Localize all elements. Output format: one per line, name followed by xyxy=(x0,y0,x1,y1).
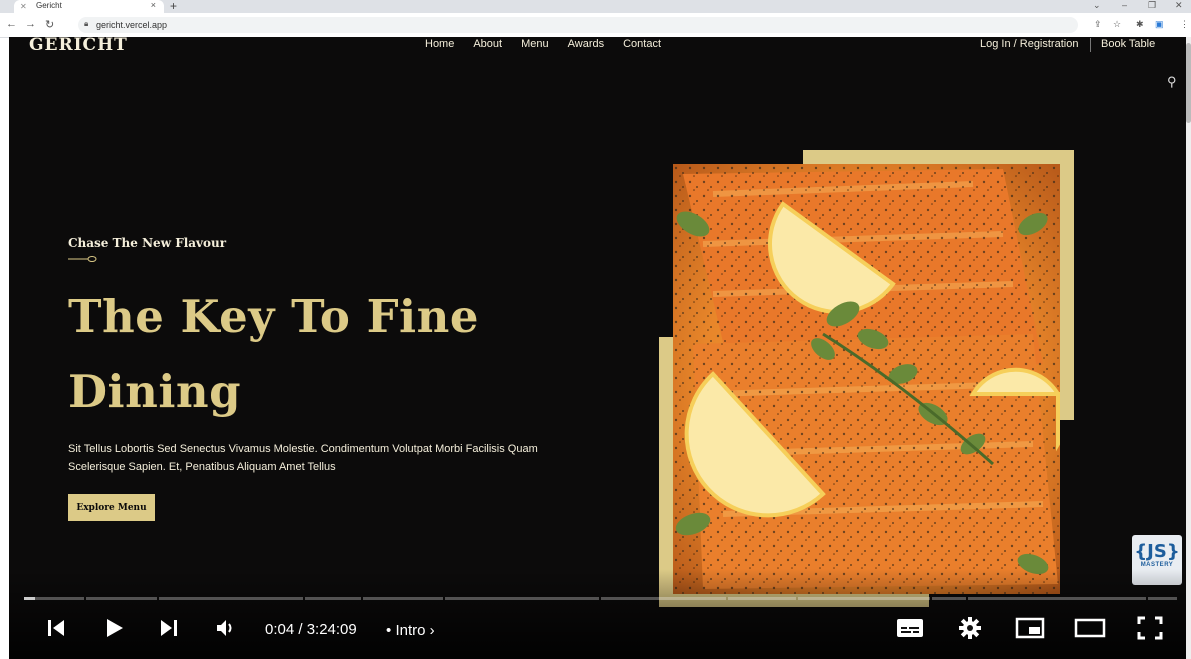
previous-button[interactable] xyxy=(43,615,69,641)
chapter-segment[interactable] xyxy=(932,597,966,600)
share-icon[interactable]: ⇪ xyxy=(1094,19,1102,30)
next-button[interactable] xyxy=(156,615,182,641)
menu-kebab-icon[interactable]: ⋮ xyxy=(1180,19,1189,30)
video-frame[interactable]: GERICHT Home About Menu Awards Contact L… xyxy=(9,37,1186,659)
skip-next-icon xyxy=(161,620,177,636)
nav-awards[interactable]: Awards xyxy=(568,38,604,50)
hero-subtitle: Chase The New Flavour xyxy=(68,236,227,250)
player-overlay xyxy=(9,569,1186,659)
skip-previous-icon xyxy=(48,620,64,636)
hero-paragraph: Sit Tellus Lobortis Sed Senectus Vivamus… xyxy=(68,443,538,473)
chapter-segment[interactable] xyxy=(159,597,303,600)
nav-about[interactable]: About xyxy=(473,38,502,50)
headline-line-2: Dining xyxy=(68,365,242,418)
miniplayer-button[interactable] xyxy=(1013,615,1047,641)
progress-bar[interactable] xyxy=(24,597,1177,600)
chapter-segment[interactable] xyxy=(798,597,930,600)
reload-icon[interactable]: ↻ xyxy=(45,18,54,31)
nav-home[interactable]: Home xyxy=(425,38,454,50)
progress-played xyxy=(24,597,35,600)
omnibox[interactable]: 🔒︎ gericht.vercel.app xyxy=(78,17,1078,33)
spoon-divider-icon xyxy=(68,256,97,262)
fullscreen-icon xyxy=(1137,616,1163,640)
site-nav: Home About Menu Awards Contact xyxy=(425,38,680,50)
chapter-title: Intro xyxy=(395,622,426,639)
book-table-link[interactable]: Book Table xyxy=(1101,38,1155,50)
login-link[interactable]: Log In / Registration xyxy=(980,38,1078,50)
browser-tab[interactable]: ✕ Gericht × xyxy=(14,0,164,13)
play-button[interactable] xyxy=(101,615,127,641)
minimize-icon[interactable]: – xyxy=(1122,0,1127,10)
time-display: 0:04 / 3:24:09 xyxy=(265,621,357,638)
chevron-right-icon: › xyxy=(429,622,435,639)
new-tab-button[interactable]: + xyxy=(170,0,177,13)
nav-contact[interactable]: Contact xyxy=(623,38,661,50)
chapter-segment[interactable] xyxy=(728,597,796,600)
restore-icon[interactable]: ❐ xyxy=(1148,0,1156,11)
forward-icon[interactable]: → xyxy=(25,18,36,30)
headline-line-1: The Key To Fine xyxy=(68,290,479,343)
lock-icon: 🔒︎ xyxy=(84,19,89,28)
js-badge-braces: {JS} xyxy=(1134,541,1180,562)
miniplayer-icon xyxy=(1015,617,1045,639)
fullscreen-button[interactable] xyxy=(1135,615,1165,641)
chapter-segment[interactable] xyxy=(445,597,599,600)
window-close-icon[interactable]: ✕ xyxy=(1175,0,1183,11)
mute-button[interactable] xyxy=(212,615,238,641)
chapter-segment[interactable] xyxy=(601,597,726,600)
social-icon[interactable]: ⚲ xyxy=(1167,74,1177,90)
tab-favicon-icon: ✕ xyxy=(20,2,27,11)
site-logo[interactable]: GERICHT xyxy=(29,37,128,55)
address-bar-row: ← → ↻ 🔒︎ gericht.vercel.app ⇪ ☆ ✱ ▣ ⋮ xyxy=(0,13,1191,38)
chapter-segment[interactable] xyxy=(305,597,361,600)
theater-mode-button[interactable] xyxy=(1073,615,1107,641)
tab-search-icon[interactable]: ⌄ xyxy=(1093,0,1101,11)
bookmark-star-icon[interactable]: ☆ xyxy=(1113,19,1121,30)
tab-title: Gericht xyxy=(36,1,62,10)
chapter-link[interactable]: • Intro › xyxy=(386,622,435,639)
chapter-segment[interactable] xyxy=(968,597,1146,600)
subtitles-button[interactable] xyxy=(895,615,925,641)
chapter-segment[interactable] xyxy=(1148,597,1177,600)
nav-menu[interactable]: Menu xyxy=(521,38,549,50)
volume-icon xyxy=(217,620,232,636)
explore-menu-button[interactable]: Explore Menu xyxy=(68,494,155,521)
settings-button[interactable] xyxy=(955,615,985,641)
chapter-dot: • xyxy=(386,622,392,639)
extensions-icon[interactable]: ✱ xyxy=(1136,19,1144,30)
subtitles-icon xyxy=(897,619,923,637)
url-text: gericht.vercel.app xyxy=(96,20,168,30)
chapter-segment[interactable] xyxy=(363,597,443,600)
salmon-dish-image xyxy=(673,164,1060,594)
hero-headline: The Key To Fine Dining xyxy=(68,279,479,429)
browser-tab-bar: ✕ Gericht × + ⌄ – ❐ ✕ xyxy=(0,0,1191,13)
chapter-segment[interactable] xyxy=(86,597,157,600)
scrollbar-thumb[interactable] xyxy=(1186,43,1191,123)
back-icon[interactable]: ← xyxy=(6,18,17,30)
gear-icon xyxy=(959,617,981,639)
js-badge-label: MASTERY xyxy=(1140,562,1174,568)
profile-icon[interactable]: ▣ xyxy=(1155,19,1164,30)
page-scrollbar[interactable] xyxy=(1186,37,1191,659)
play-icon xyxy=(107,619,123,637)
theater-icon xyxy=(1074,618,1106,638)
tab-close-icon[interactable]: × xyxy=(151,0,156,10)
nav-divider xyxy=(1090,38,1091,52)
